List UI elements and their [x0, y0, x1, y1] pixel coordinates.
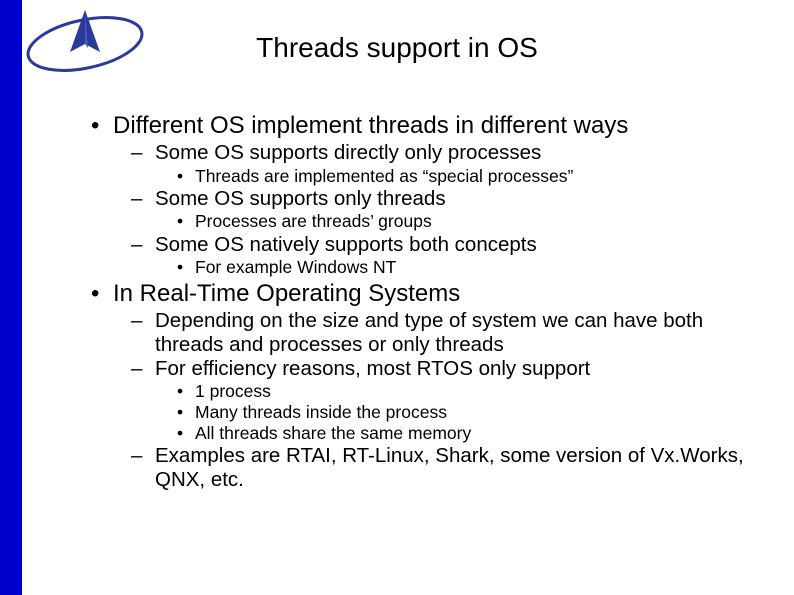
bullet-l2: Examples are RTAI, RT-Linux, Shark, some…: [131, 444, 764, 491]
bullet-text: 1 process: [195, 381, 271, 401]
bullet-l3: Processes are threads’ groups: [177, 211, 764, 232]
bullet-l2: Some OS supports directly only processes: [131, 141, 764, 165]
bullet-l3: All threads share the same memory: [177, 423, 764, 444]
bullet-l2: For efficiency reasons, most RTOS only s…: [131, 357, 764, 381]
slide-content: Different OS implement threads in differ…: [95, 110, 764, 491]
bullet-l3: 1 process: [177, 381, 764, 402]
bullet-text: Threads are implemented as “special proc…: [195, 166, 573, 186]
bullet-l1: In Real-Time Operating Systems: [95, 280, 764, 308]
bullet-l3: Threads are implemented as “special proc…: [177, 166, 764, 187]
bullet-text: Processes are threads’ groups: [195, 211, 432, 231]
bullet-l1: Different OS implement threads in differ…: [95, 112, 764, 140]
bullet-text: Different OS implement threads in differ…: [113, 112, 628, 139]
bullet-text: For example Windows NT: [195, 257, 396, 277]
bullet-text: All threads share the same memory: [195, 423, 471, 443]
bullet-text: In Real-Time Operating Systems: [113, 280, 460, 307]
bullet-l2: Depending on the size and type of system…: [131, 309, 764, 356]
bullet-text: Some OS natively supports both concepts: [155, 233, 537, 256]
bullet-l2: Some OS supports only threads: [131, 187, 764, 211]
bullet-l3: Many threads inside the process: [177, 402, 764, 423]
bullet-text: Some OS supports directly only processes: [155, 141, 541, 164]
bullet-l3: For example Windows NT: [177, 257, 764, 278]
bullet-l2: Some OS natively supports both concepts: [131, 233, 764, 257]
slide-title: Threads support in OS: [0, 32, 794, 64]
bullet-text: For efficiency reasons, most RTOS only s…: [155, 357, 590, 380]
bullet-text: Examples are RTAI, RT-Linux, Shark, some…: [155, 444, 744, 491]
bullet-text: Some OS supports only threads: [155, 187, 446, 210]
bullet-text: Many threads inside the process: [195, 402, 447, 422]
left-accent-bar: [0, 0, 22, 595]
bullet-text: Depending on the size and type of system…: [155, 309, 703, 356]
